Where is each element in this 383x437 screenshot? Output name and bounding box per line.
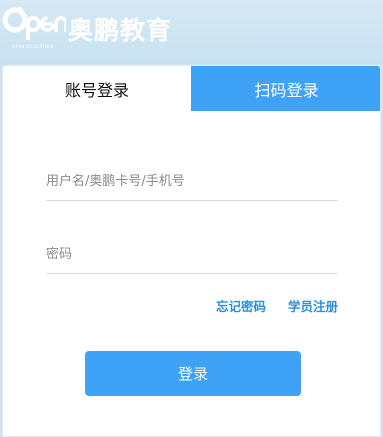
register-link[interactable]: 学员注册	[288, 296, 338, 315]
brand-name: 奥鹏教育	[68, 16, 173, 45]
username-field-wrapper	[46, 156, 338, 201]
open-logo-icon: OPEN EDUCATION	[2, 4, 66, 49]
login-card: 账号登录 扫码登录 忘记密码 学员注册 登录	[2, 65, 381, 437]
login-form: 忘记密码 学员注册	[46, 156, 338, 315]
brand-logo[interactable]: OPEN EDUCATION 奥鹏教育	[2, 4, 173, 49]
login-button[interactable]: 登录	[85, 351, 301, 396]
password-input[interactable]	[46, 229, 338, 273]
form-links: 忘记密码 学员注册	[46, 296, 338, 315]
tab-qrcode-login[interactable]: 扫码登录	[191, 66, 380, 111]
forgot-password-link[interactable]: 忘记密码	[216, 296, 266, 315]
username-input[interactable]	[46, 156, 338, 200]
password-field-wrapper	[46, 229, 338, 274]
tab-account-login[interactable]: 账号登录	[3, 66, 191, 111]
header: OPEN EDUCATION 奥鹏教育	[0, 0, 383, 64]
logo-subtext: OPEN EDUCATION	[12, 44, 54, 49]
login-tabs: 账号登录 扫码登录	[3, 66, 380, 111]
